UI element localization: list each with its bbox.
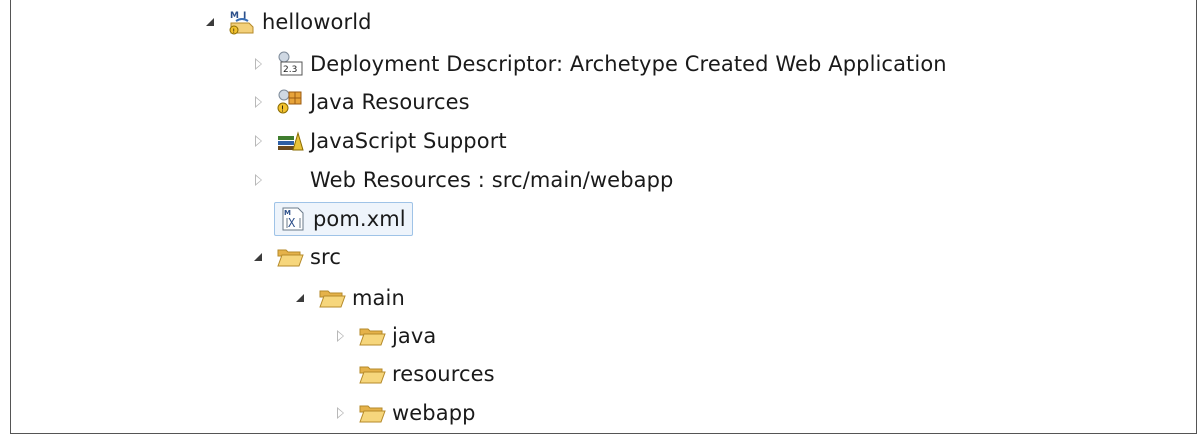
tree-item-label: src [310, 245, 341, 269]
tree-item-javascript-support[interactable]: JavaScript Support [248, 124, 507, 158]
folder-open-icon [358, 361, 386, 387]
svg-text:X: X [288, 216, 296, 230]
tree-item-deployment-descriptor[interactable]: 2.3 Deployment Descriptor: Archetype Cre… [248, 47, 947, 81]
tree-item-java[interactable]: java [330, 319, 436, 353]
tree-item-webapp[interactable]: webapp [330, 396, 476, 430]
selection-highlight[interactable]: M X pom.xml [274, 202, 413, 236]
svg-text:!: ! [281, 105, 284, 114]
svg-text:!: ! [233, 28, 235, 35]
java-resources-icon: ! [276, 89, 304, 115]
tree-item-pom-xml[interactable]: M X pom.xml [274, 202, 413, 236]
xml-file-icon: M X [279, 206, 307, 232]
deployment-descriptor-icon: 2.3 [276, 51, 304, 77]
expand-toggle-collapsed-icon[interactable] [248, 92, 268, 112]
web-resources-icon [276, 167, 304, 193]
tree-item-main[interactable]: main [290, 281, 405, 315]
tree-item-web-resources[interactable]: Web Resources : src/main/webapp [248, 163, 673, 197]
tree-item-label: helloworld [262, 10, 372, 34]
folder-open-icon [358, 400, 386, 426]
tree-item-label: Web Resources : src/main/webapp [310, 168, 674, 192]
tree-item-resources[interactable]: resources [330, 357, 495, 391]
tree-item-label: pom.xml [313, 207, 406, 231]
expand-toggle-collapsed-icon[interactable] [248, 131, 268, 151]
folder-open-icon [318, 285, 346, 311]
tree-item-label: Deployment Descriptor: Archetype Created… [310, 52, 947, 76]
tree-item-src[interactable]: src [248, 240, 341, 274]
expand-toggle-expanded-icon[interactable] [248, 247, 268, 267]
tree-item-label: Java Resources [310, 90, 470, 114]
tree-item-label: JavaScript Support [310, 129, 507, 153]
maven-web-project-icon: M J ! [228, 9, 256, 35]
svg-text:2.3: 2.3 [283, 65, 297, 75]
expand-toggle-collapsed-icon[interactable] [330, 326, 350, 346]
folder-open-icon [358, 323, 386, 349]
expand-toggle-expanded-icon[interactable] [290, 288, 310, 308]
javascript-library-icon [276, 128, 304, 154]
tree-item-label: main [352, 286, 405, 310]
folder-open-icon [276, 244, 304, 270]
expand-toggle-collapsed-icon[interactable] [248, 54, 268, 74]
expand-toggle-collapsed-icon[interactable] [330, 403, 350, 423]
tree-item-java-resources[interactable]: ! Java Resources [248, 85, 470, 119]
tree-item-helloworld[interactable]: M J ! helloworld [200, 5, 372, 39]
expand-toggle-expanded-icon[interactable] [200, 12, 220, 32]
tree-item-label: java [392, 324, 437, 348]
tree-item-label: resources [392, 362, 495, 386]
tree-item-label: webapp [392, 401, 476, 425]
expand-toggle-collapsed-icon[interactable] [248, 170, 268, 190]
